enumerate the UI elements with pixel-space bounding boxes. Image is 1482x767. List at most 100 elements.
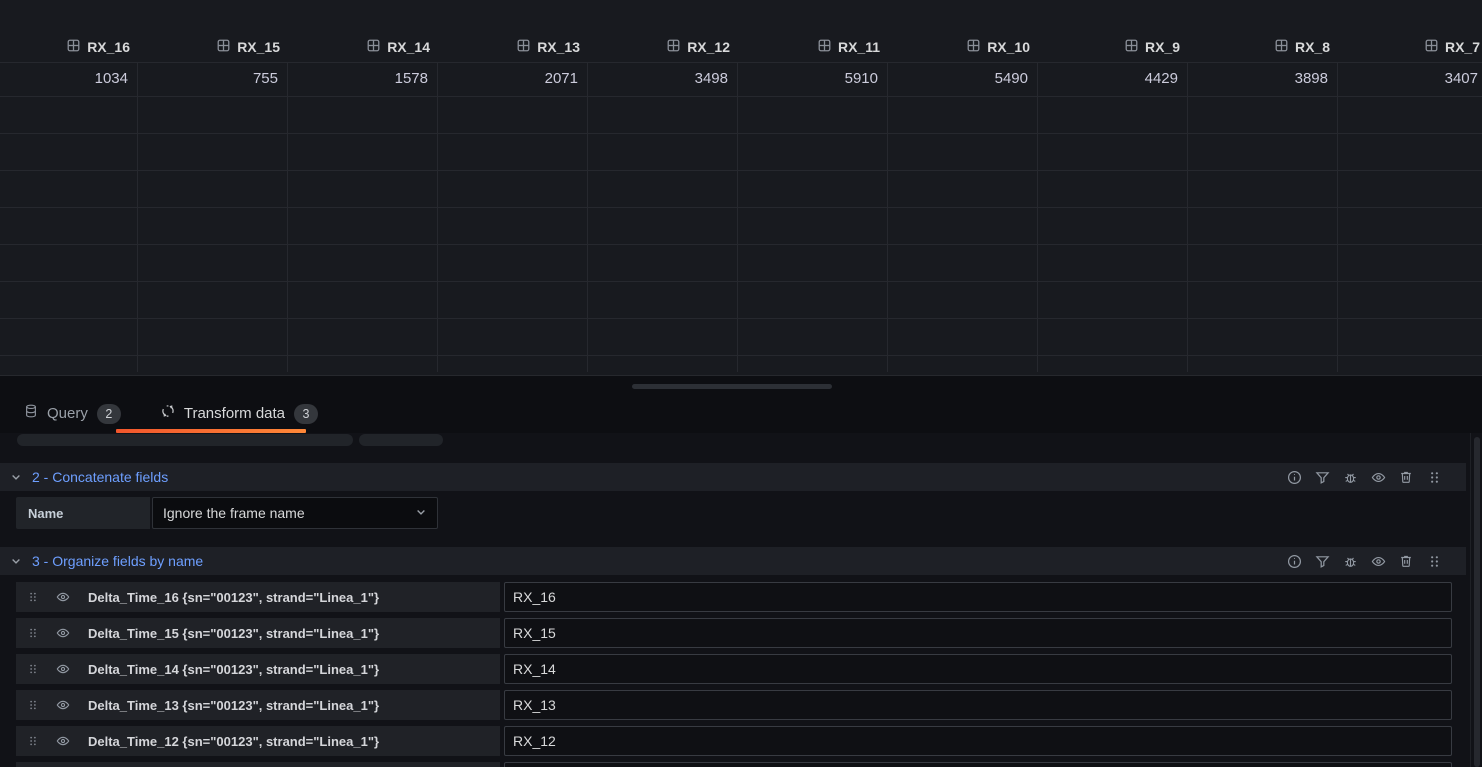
column-header-label: RX_9 xyxy=(1144,39,1180,55)
clipped-scrolled-element xyxy=(359,434,443,446)
trash-icon[interactable] xyxy=(1398,553,1414,569)
table-column: 2071 xyxy=(438,62,588,372)
vertical-scrollbar-thumb[interactable] xyxy=(1474,437,1480,767)
tab-transform-data[interactable]: Transform data 3 xyxy=(145,394,334,433)
field-label-box: Delta_Time_16 {sn="00123", strand="Linea… xyxy=(16,582,500,612)
frame-name-select[interactable]: Ignore the frame name xyxy=(152,497,438,529)
field-name-label: Delta_Time_13 {sn="00123", strand="Linea… xyxy=(88,697,380,713)
filter-icon[interactable] xyxy=(1314,469,1330,485)
column-header[interactable]: RX_11 xyxy=(738,32,888,62)
column-header-label: RX_10 xyxy=(987,39,1030,55)
grid-line xyxy=(0,62,1482,63)
table-column: 1578 xyxy=(288,62,438,372)
debug-icon[interactable] xyxy=(1342,469,1358,485)
grid-line xyxy=(0,355,1482,356)
chevron-down-icon xyxy=(12,475,20,480)
table-cell: 3407 xyxy=(1444,70,1478,87)
column-header[interactable]: RX_10 xyxy=(888,32,1038,62)
collapse-toggle-concatenate[interactable]: 2 - Concatenate fields xyxy=(0,469,168,485)
table-cell: 1034 xyxy=(94,70,128,87)
drag-handle-icon[interactable] xyxy=(16,735,50,747)
table-column: 755 xyxy=(138,62,288,372)
table-column: 5490 xyxy=(888,62,1038,372)
trash-icon[interactable] xyxy=(1398,469,1414,485)
table-column: 1034 xyxy=(0,62,138,372)
eye-icon[interactable] xyxy=(1370,553,1386,569)
rename-input[interactable] xyxy=(504,726,1452,756)
column-header[interactable]: RX_12 xyxy=(588,32,738,62)
table-icon xyxy=(1425,39,1438,55)
eye-icon[interactable] xyxy=(50,698,76,712)
table-header-row: RX_16 RX_15 RX_14 RX_13 RX_12 RX_11 RX_10 RX_9 R… xyxy=(0,32,1482,62)
eye-icon[interactable] xyxy=(50,590,76,604)
grafana-panel-editor: RX_16 RX_15 RX_14 RX_13 RX_12 RX_11 RX_10 RX_9 R… xyxy=(0,0,1482,767)
field-row: Delta_Time_14 {sn="00123", strand="Linea… xyxy=(16,654,1452,684)
table-column: 3498 xyxy=(588,62,738,372)
horizontal-scrollbar-thumb[interactable] xyxy=(632,384,832,389)
grid-line xyxy=(0,170,1482,171)
process-icon xyxy=(161,404,175,423)
info-icon[interactable] xyxy=(1286,553,1302,569)
grid-line xyxy=(0,318,1482,319)
drag-handle-icon[interactable] xyxy=(1426,553,1442,569)
drag-handle-icon[interactable] xyxy=(16,627,50,639)
rename-input[interactable] xyxy=(504,618,1452,648)
eye-icon[interactable] xyxy=(1370,469,1386,485)
column-header[interactable]: RX_7 xyxy=(1338,32,1482,62)
table-body: 1034 755 1578 2071 3498 5910 5490 4429 3898 3407 xyxy=(0,62,1482,372)
table-cell: 755 xyxy=(252,70,278,87)
table-cell: 3898 xyxy=(1294,70,1328,87)
transform-content: 2 - Concatenate fields Name Ignore the f… xyxy=(0,433,1482,767)
grid-line xyxy=(0,133,1482,134)
field-name-label: Delta_Time_15 {sn="00123", strand="Linea… xyxy=(88,625,380,641)
column-header[interactable]: RX_9 xyxy=(1038,32,1188,62)
rename-input[interactable] xyxy=(504,690,1452,720)
eye-icon[interactable] xyxy=(50,662,76,676)
field-name-label: Delta_Time_12 {sn="00123", strand="Linea… xyxy=(88,733,380,749)
tab-transform-label: Transform data xyxy=(183,405,286,422)
column-header[interactable]: RX_8 xyxy=(1188,32,1338,62)
table-icon xyxy=(1275,39,1288,55)
column-header[interactable]: RX_13 xyxy=(438,32,588,62)
column-header-label: RX_13 xyxy=(537,39,580,55)
clipped-scrolled-element xyxy=(17,434,353,446)
rename-input[interactable] xyxy=(504,762,1452,767)
field-row: Delta_Time_13 {sn="00123", strand="Linea… xyxy=(16,690,1452,720)
table-column: 5910 xyxy=(738,62,888,372)
column-header-label: RX_14 xyxy=(387,39,430,55)
field-row: Delta_Time_15 {sn="00123", strand="Linea… xyxy=(16,618,1452,648)
column-header[interactable]: RX_15 xyxy=(138,32,288,62)
drag-handle-icon[interactable] xyxy=(16,699,50,711)
column-header-label: RX_15 xyxy=(237,39,280,55)
grid-line xyxy=(0,244,1482,245)
collapse-toggle-organize[interactable]: 3 - Organize fields by name xyxy=(0,553,203,569)
query-count-badge: 2 xyxy=(96,403,121,424)
field-label-box: Delta_Time_14 {sn="00123", strand="Linea… xyxy=(16,654,500,684)
drag-handle-icon[interactable] xyxy=(16,663,50,675)
grid-line xyxy=(0,207,1482,208)
column-header-label: RX_7 xyxy=(1444,39,1480,55)
drag-handle-icon[interactable] xyxy=(1426,469,1442,485)
table-column: 3898 xyxy=(1188,62,1338,372)
tab-query[interactable]: Query 2 xyxy=(8,394,137,433)
eye-icon[interactable] xyxy=(50,626,76,640)
table-icon xyxy=(818,39,831,55)
frame-name-selected-option: Ignore the frame name xyxy=(163,505,305,521)
table-icon xyxy=(1125,39,1138,55)
filter-icon[interactable] xyxy=(1314,553,1330,569)
grid-line xyxy=(0,96,1482,97)
table-cell: 2071 xyxy=(544,70,578,87)
rename-input[interactable] xyxy=(504,582,1452,612)
transform-header-concatenate: 2 - Concatenate fields xyxy=(0,463,1466,491)
drag-handle-icon[interactable] xyxy=(16,591,50,603)
table-icon xyxy=(517,39,530,55)
table-cell: 5490 xyxy=(994,70,1028,87)
rename-input[interactable] xyxy=(504,654,1452,684)
scroll-divider xyxy=(1470,433,1471,767)
column-header[interactable]: RX_16 xyxy=(0,32,138,62)
column-header[interactable]: RX_14 xyxy=(288,32,438,62)
transform-count-badge: 3 xyxy=(294,403,319,424)
info-icon[interactable] xyxy=(1286,469,1302,485)
eye-icon[interactable] xyxy=(50,734,76,748)
debug-icon[interactable] xyxy=(1342,553,1358,569)
